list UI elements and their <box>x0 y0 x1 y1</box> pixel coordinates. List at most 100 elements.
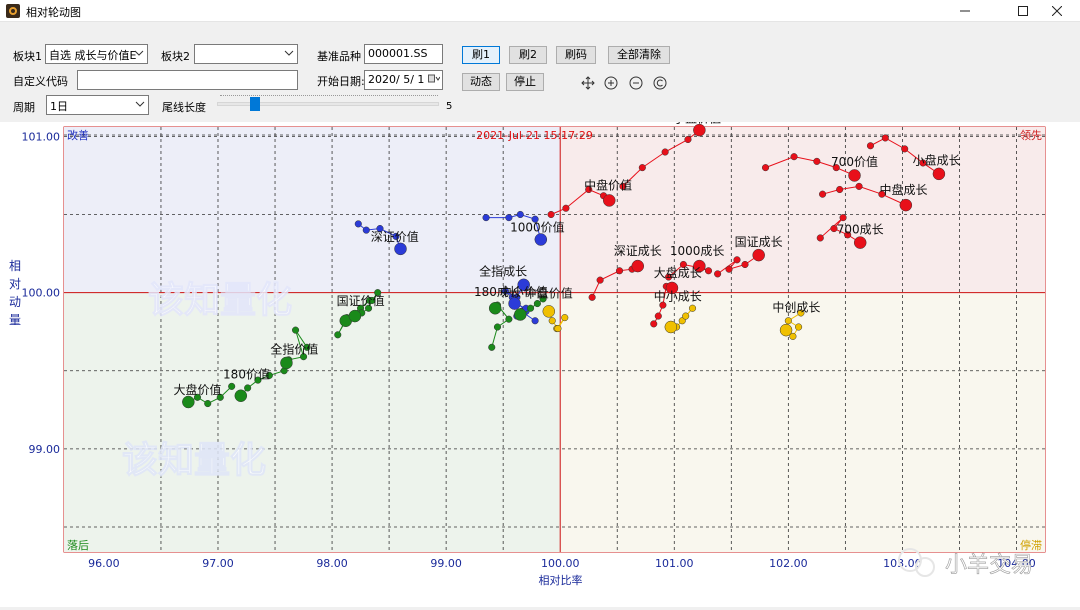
point-label: 中盘价值 <box>525 285 573 300</box>
series-point <box>901 145 909 153</box>
y-tick-label: 99.00 <box>29 443 61 456</box>
zoom-in-icon[interactable] <box>604 76 618 90</box>
point-label: 全指成长 <box>479 263 527 278</box>
series-head-point <box>234 389 248 402</box>
refresh2-button[interactable]: 刷2 <box>509 46 547 64</box>
point-label: 深证成长 <box>614 244 662 258</box>
app-icon <box>6 4 20 18</box>
series-head-point <box>534 233 548 246</box>
series-point <box>547 210 555 219</box>
series-point <box>638 164 646 172</box>
series-head-point <box>752 248 765 262</box>
move-icon[interactable] <box>581 76 595 90</box>
custom-code-input[interactable] <box>77 70 298 90</box>
close-button[interactable] <box>1034 0 1080 22</box>
series-point <box>733 256 741 264</box>
start-date-value: 2020/ 5/ 1 <box>368 73 425 86</box>
start-date-picker[interactable]: 2020/ 5/ 1 <box>364 70 443 90</box>
series-point <box>761 164 770 172</box>
x-tick-label: 100.00 <box>541 557 580 570</box>
series-point <box>813 157 821 165</box>
minimize-button[interactable] <box>942 0 988 22</box>
series-head-point <box>899 198 913 212</box>
animate-button[interactable]: 动态 <box>462 73 500 91</box>
block1-value: 自选 成长与价值E <box>49 49 137 62</box>
tail-length-label: 尾线长度 <box>162 101 206 114</box>
series-head-point <box>932 167 946 181</box>
period-label: 周期 <box>13 101 35 114</box>
series-head-point <box>280 356 293 370</box>
tail-length-value: 5 <box>446 101 453 112</box>
y-axis-label-char: 量 <box>9 313 21 327</box>
series-point <box>855 182 863 190</box>
custom-code-label: 自定义代码 <box>13 75 68 88</box>
series-head-point <box>394 242 407 256</box>
series-head-point <box>664 320 678 334</box>
y-axis-label-char: 动 <box>9 295 21 309</box>
x-tick-label: 97.00 <box>202 557 234 570</box>
tail-slider-thumb[interactable] <box>249 97 260 111</box>
x-tick-label: 99.00 <box>430 557 462 570</box>
block1-select[interactable]: 自选 成长与价值E <box>45 44 148 64</box>
series-point <box>548 317 556 325</box>
block1-label: 板块1 <box>13 50 42 63</box>
series-point <box>795 323 803 331</box>
series-point <box>516 210 524 219</box>
x-tick-label: 98.00 <box>316 557 348 570</box>
clear-all-button[interactable]: 全部清除 <box>608 46 670 64</box>
series-point <box>362 226 370 234</box>
series-head-point <box>542 305 556 318</box>
series-point <box>839 214 847 222</box>
rrg-chart-svg[interactable]: 该知量化该知量化 深证价值1000价值全指成长180成长中小价值中盘价值小盘价值… <box>0 110 1080 607</box>
series-point <box>784 317 792 325</box>
series-head-point <box>693 123 706 137</box>
series-point <box>554 325 562 333</box>
series-point <box>562 204 570 212</box>
point-label: 700价值 <box>831 154 878 169</box>
series-point <box>244 384 252 392</box>
point-label: 小盘成长 <box>913 153 961 168</box>
series-head-point <box>348 309 362 323</box>
close-icon <box>1051 5 1063 17</box>
point-label: 中盘成长 <box>880 182 928 197</box>
quadrant-label-leading: 领先 <box>1020 129 1042 142</box>
refresh-code-button[interactable]: 刷码 <box>556 46 596 64</box>
series-point <box>816 234 824 242</box>
reset-icon[interactable] <box>653 76 667 90</box>
calendar-icon <box>428 74 440 83</box>
stop-button[interactable]: 停止 <box>506 73 544 91</box>
series-head-point <box>853 236 867 249</box>
zoom-out-icon[interactable] <box>629 76 643 90</box>
point-label: 全指价值 <box>270 342 318 357</box>
series-point <box>790 153 798 161</box>
series-head-point <box>182 395 195 409</box>
series-point <box>488 343 496 351</box>
rotation-chart: 该知量化该知量化 深证价值1000价值全指成长180成长中小价值中盘价值小盘价值… <box>0 110 1080 607</box>
maximize-icon <box>1018 6 1028 16</box>
y-axis-label-char: 对 <box>9 277 21 291</box>
point-label: 小盘价值 <box>673 122 721 125</box>
series-head-point <box>488 302 502 315</box>
x-tick-label: 102.00 <box>769 557 808 570</box>
series-point <box>819 190 827 198</box>
benchmark-input[interactable]: 000001.SS <box>364 44 443 64</box>
point-label: 中创成长 <box>772 299 820 314</box>
point-label: 180价值 <box>223 367 270 382</box>
block2-select[interactable] <box>194 44 298 64</box>
series-point <box>526 304 535 312</box>
y-tick-label: 101.00 <box>22 130 61 143</box>
period-value: 1日 <box>50 100 68 113</box>
y-tick-label: 100.00 <box>22 287 61 300</box>
y-axis-label-char: 相 <box>9 259 21 273</box>
series-point <box>741 260 749 269</box>
point-label: 国证成长 <box>735 235 783 249</box>
series-point <box>561 314 569 322</box>
chart-timestamp: 2021-Jul-21 15:17:29 <box>476 129 593 142</box>
series-head-point <box>603 194 616 207</box>
refresh1-button[interactable]: 刷1 <box>462 46 500 64</box>
period-select[interactable]: 1日 <box>46 95 149 115</box>
series-point <box>493 323 502 331</box>
series-point <box>588 293 596 301</box>
series-point <box>596 276 604 284</box>
x-tick-label: 101.00 <box>655 557 694 570</box>
